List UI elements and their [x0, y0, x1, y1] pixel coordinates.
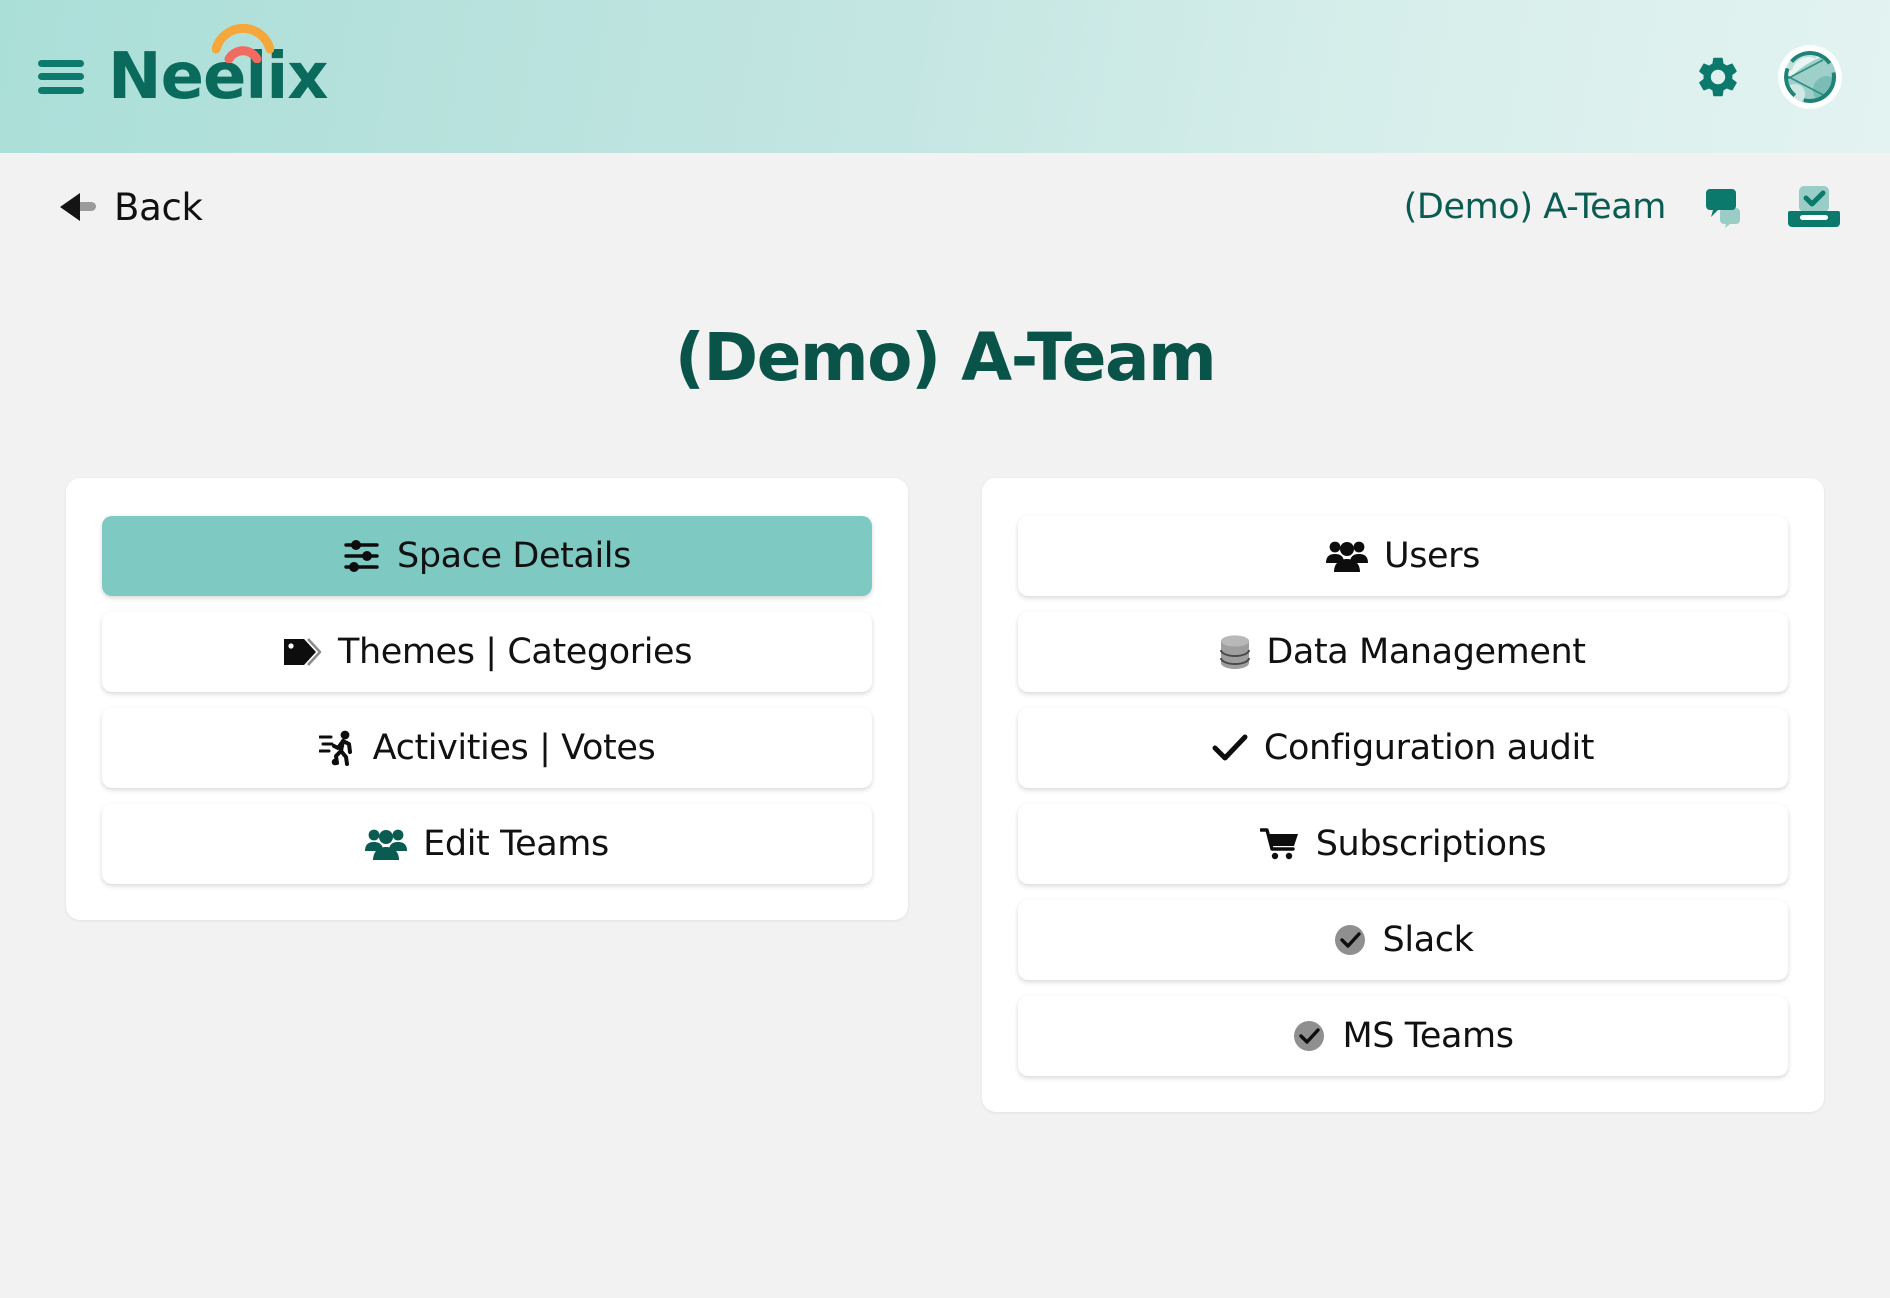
- avatar-pattern: [1784, 50, 1836, 103]
- tag-icon: [282, 635, 322, 669]
- running-icon: [318, 730, 357, 766]
- database-icon: [1220, 635, 1251, 669]
- check-circle-icon: [1333, 923, 1367, 957]
- hamburger-menu-icon[interactable]: [38, 59, 84, 94]
- menu-item-data-management[interactable]: Data Management: [1018, 612, 1788, 692]
- menu-item-subscriptions[interactable]: Subscriptions: [1018, 804, 1788, 884]
- menu-item-label: Slack: [1382, 920, 1474, 960]
- menu-item-label: Users: [1383, 536, 1480, 576]
- menu-item-label: Subscriptions: [1315, 824, 1547, 864]
- menu-item-label: Space Details: [397, 536, 631, 576]
- chat-bubbles-icon[interactable]: [1706, 186, 1752, 228]
- menu-item-slack[interactable]: Slack: [1018, 900, 1788, 980]
- menu-item-label: MS Teams: [1342, 1016, 1514, 1056]
- back-arrow-icon: [60, 193, 96, 221]
- menu-item-label: Activities | Votes: [372, 728, 656, 768]
- sliders-icon: [343, 539, 381, 573]
- sub-header: Back (Demo) A-Team: [0, 153, 1890, 261]
- back-label: Back: [114, 185, 203, 229]
- hamburger-bar: [38, 73, 84, 80]
- menu-item-label: Themes | Categories: [337, 632, 693, 672]
- gear-icon[interactable]: [1694, 53, 1742, 101]
- space-name-label: (Demo) A-Team: [1403, 187, 1667, 227]
- menu-item-activities-votes[interactable]: Activities | Votes: [102, 708, 872, 788]
- hamburger-bar: [38, 59, 84, 67]
- check-icon: [1212, 733, 1248, 763]
- back-button[interactable]: Back: [58, 186, 203, 229]
- check-circle-icon: [1292, 1019, 1326, 1053]
- space-settings-card: Space Details Themes | Categories Activi…: [66, 478, 908, 920]
- app-header: Neelix: [0, 0, 1890, 153]
- settings-panels: Space Details Themes | Categories Activi…: [0, 478, 1890, 1112]
- menu-item-themes-categories[interactable]: Themes | Categories: [102, 612, 872, 692]
- menu-item-configuration-audit[interactable]: Configuration audit: [1018, 708, 1788, 788]
- admin-settings-card: Users Data Management Configuration audi…: [982, 478, 1824, 1112]
- menu-item-label: Configuration audit: [1263, 728, 1595, 768]
- menu-item-users[interactable]: Users: [1018, 516, 1788, 596]
- shopping-cart-icon: [1259, 827, 1300, 861]
- avatar[interactable]: [1780, 46, 1840, 107]
- menu-item-label: Edit Teams: [423, 824, 609, 864]
- menu-item-ms-teams[interactable]: MS Teams: [1018, 996, 1788, 1076]
- header-actions: [1694, 46, 1840, 107]
- users-group-icon: [1325, 539, 1368, 573]
- sub-header-actions: (Demo) A-Team: [1404, 185, 1840, 229]
- page-title: (Demo) A-Team: [674, 319, 1217, 396]
- users-group-icon: [365, 827, 408, 861]
- app-logo[interactable]: Neelix: [108, 23, 329, 114]
- logo-text: Neelix: [108, 39, 329, 114]
- menu-item-space-details[interactable]: Space Details: [102, 516, 872, 596]
- menu-item-label: Data Management: [1266, 632, 1586, 672]
- hamburger-bar: [38, 86, 84, 94]
- inbox-check-icon[interactable]: [1788, 185, 1840, 229]
- menu-item-edit-teams[interactable]: Edit Teams: [102, 804, 872, 884]
